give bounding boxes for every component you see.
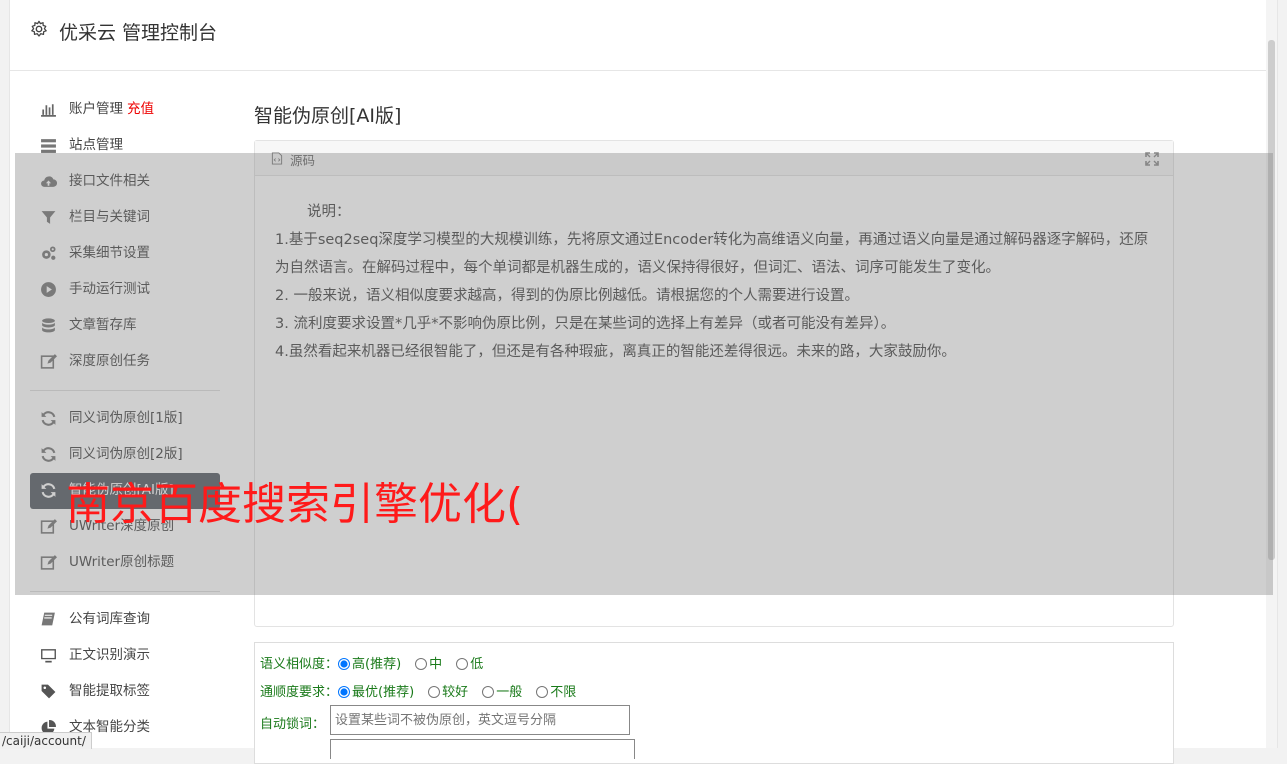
main-content: 智能伪原创[AI版] 源码 说明： 1.基于seq2seq深度学习模型的大规模训… bbox=[254, 92, 1184, 764]
tag-icon bbox=[41, 684, 56, 699]
monitor-icon bbox=[41, 649, 56, 663]
fluency-label: 通顺度要求： bbox=[260, 685, 339, 700]
fluency-any-radio[interactable] bbox=[536, 686, 549, 698]
similarity-mid-radio[interactable] bbox=[415, 658, 428, 670]
fluency-best-label[interactable]: 最优(推荐) bbox=[352, 685, 414, 700]
recharge-link[interactable]: 充值 bbox=[127, 101, 154, 117]
sidebar-item-label: 正文识别演示 bbox=[69, 647, 150, 663]
fluency-normal-label[interactable]: 一般 bbox=[496, 685, 522, 700]
watermark-text: 南京百度搜索引擎优化( bbox=[66, 479, 524, 530]
sidebar-item-label: 账户管理 bbox=[69, 101, 123, 117]
fluency-good-radio[interactable] bbox=[428, 686, 441, 698]
page-title: 智能伪原创[AI版] bbox=[254, 105, 402, 127]
similarity-label: 语义相似度： bbox=[260, 657, 339, 672]
similarity-mid-label[interactable]: 中 bbox=[429, 657, 442, 672]
fluency-best-radio[interactable] bbox=[338, 686, 351, 698]
similarity-high-label[interactable]: 高(推荐) bbox=[352, 657, 401, 672]
secondary-input[interactable] bbox=[330, 739, 635, 759]
status-bar-url: /caiji/account/ bbox=[0, 732, 92, 749]
fluency-good-label[interactable]: 较好 bbox=[442, 685, 468, 700]
bar-chart-icon bbox=[41, 104, 56, 117]
similarity-high-radio[interactable] bbox=[338, 658, 351, 670]
book-icon bbox=[41, 612, 55, 626]
top-bar: 优采云 管理控制台 bbox=[10, 0, 1277, 71]
fluency-normal-radio[interactable] bbox=[482, 686, 495, 698]
fluency-any-label[interactable]: 不限 bbox=[550, 685, 576, 700]
gear-icon bbox=[31, 20, 47, 37]
sidebar-item-account[interactable]: 账户管理 充值 bbox=[30, 92, 220, 128]
rewrite-settings: 语义相似度： 高(推荐) 中 低 通顺度要求： 最优(推荐) 较好 一般 不限 自动锁词： bbox=[254, 642, 1174, 764]
sidebar-item-smart-tags[interactable]: 智能提取标签 bbox=[30, 674, 220, 710]
server-icon bbox=[41, 139, 56, 153]
app-title: 优采云 管理控制台 bbox=[59, 22, 218, 44]
similarity-row: 语义相似度： 高(推荐) 中 低 bbox=[260, 653, 497, 672]
similarity-low-radio[interactable] bbox=[456, 658, 469, 670]
lock-words-label: 自动锁词： bbox=[260, 717, 326, 732]
sidebar-item-label: 公有词库查询 bbox=[69, 611, 150, 627]
sidebar-item-public-lexicon[interactable]: 公有词库查询 bbox=[30, 602, 220, 638]
lock-words-input[interactable] bbox=[330, 705, 630, 735]
fluency-row: 通顺度要求： 最优(推荐) 较好 一般 不限 bbox=[260, 681, 590, 700]
similarity-low-label[interactable]: 低 bbox=[470, 657, 483, 672]
sidebar-item-label: 站点管理 bbox=[69, 137, 123, 153]
sidebar-item-text-recognition[interactable]: 正文识别演示 bbox=[30, 638, 220, 674]
sidebar-item-label: 智能提取标签 bbox=[69, 683, 150, 699]
